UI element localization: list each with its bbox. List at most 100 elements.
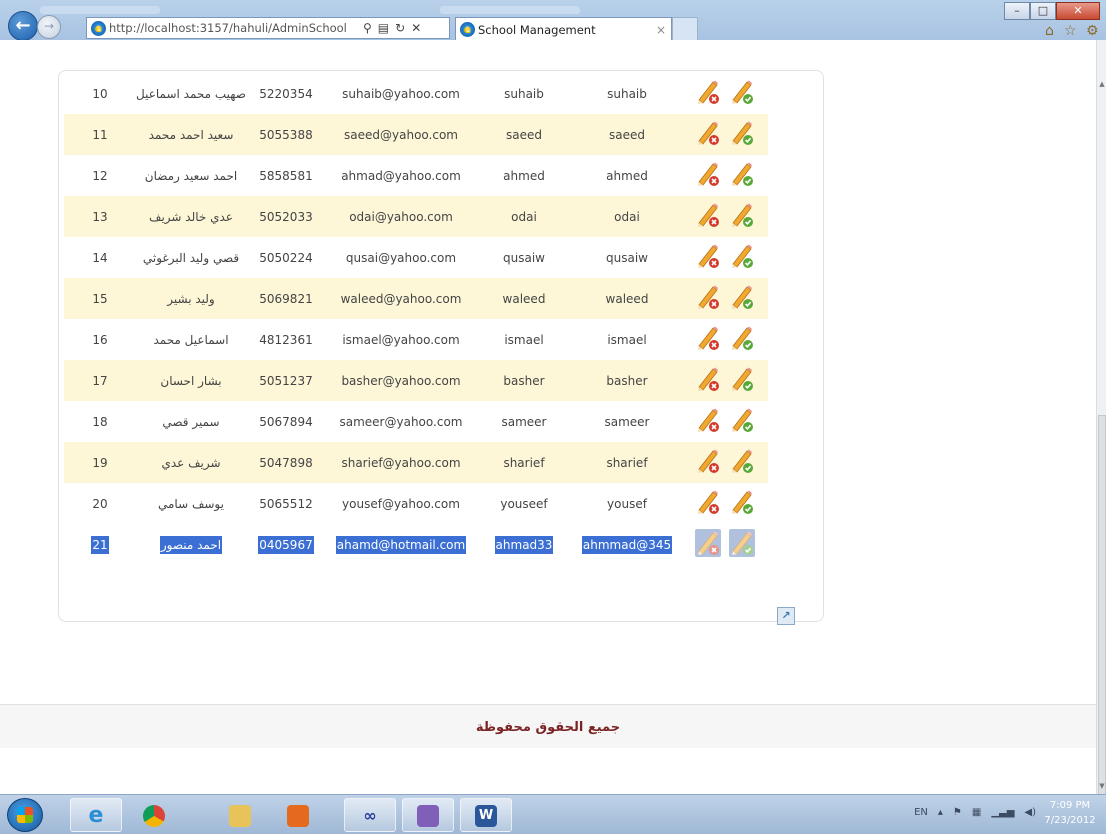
cell-email: ismael@yahoo.com	[326, 319, 476, 360]
row-actions	[695, 406, 755, 434]
compat-icon[interactable]: ▤	[378, 21, 389, 35]
table-row[interactable]: 20 يوسف سامي 5065512 yousef@yahoo.com yousee…	[64, 483, 768, 524]
pencil-check-icon[interactable]	[729, 365, 755, 393]
pencil-delete-icon[interactable]	[695, 365, 721, 393]
cell-username: qusaiw	[476, 237, 572, 278]
back-button[interactable]: ←	[8, 11, 38, 41]
cell-name-text: احمد منصور	[159, 535, 223, 554]
pencil-check-icon[interactable]	[729, 283, 755, 311]
expand-icon[interactable]: ↗	[777, 607, 795, 625]
taskbar-vs[interactable]	[402, 798, 454, 832]
table-row[interactable]: 12 احمد سعيد رمضان 5858581 ahmad@yahoo.com a…	[64, 155, 768, 196]
cell-actions	[682, 401, 768, 442]
cell-id-text: 17	[92, 373, 108, 388]
pencil-check-icon[interactable]	[729, 242, 755, 270]
start-button[interactable]	[7, 798, 43, 832]
stop-icon[interactable]: ✕	[411, 21, 421, 35]
table-row[interactable]: 18 سمير قصي 5067894 sameer@yahoo.com sameer s…	[64, 401, 768, 442]
taskbar-media[interactable]	[272, 798, 324, 832]
cell-phone-text: 5047898	[259, 455, 313, 470]
cell-username-text: basher	[503, 373, 545, 388]
pencil-check-icon[interactable]	[729, 78, 755, 106]
pencil-check-icon[interactable]	[729, 324, 755, 352]
pencil-check-icon[interactable]	[729, 201, 755, 229]
address-bar[interactable]: e http://localhost:3157/hahuli/AdminScho…	[86, 17, 450, 39]
pencil-check-icon[interactable]	[729, 406, 755, 434]
tab-title: School Management	[478, 22, 596, 37]
volume-icon[interactable]: ◀)	[1024, 807, 1036, 818]
pencil-check-icon[interactable]	[729, 119, 755, 147]
taskbar-word[interactable]: W	[460, 798, 512, 832]
scroll-up-icon[interactable]: ▲	[1097, 80, 1106, 88]
clock[interactable]: 7:09 PM 7/23/2012	[1040, 798, 1100, 828]
cell-name: قصي وليد البرغوثي	[136, 237, 246, 278]
cell-name-text: سعيد احمد محمد	[148, 127, 234, 142]
taskbar-ie[interactable]: e	[70, 798, 122, 832]
table-row[interactable]: 11 سعيد احمد محمد 5055388 saeed@yahoo.com sa…	[64, 114, 768, 155]
row-actions	[695, 119, 755, 147]
cell-email-text: saeed@yahoo.com	[344, 127, 458, 142]
cell-id: 15	[64, 278, 136, 319]
cell-id-text: 13	[92, 209, 108, 224]
pencil-check-icon[interactable]	[729, 447, 755, 475]
cell-username: waleed	[476, 278, 572, 319]
pencil-check-icon[interactable]	[729, 160, 755, 188]
pencil-delete-icon[interactable]	[695, 447, 721, 475]
network-icon[interactable]: ▦	[972, 807, 981, 818]
cell-username-text: qusaiw	[503, 250, 545, 265]
tab-close-icon[interactable]: ×	[651, 23, 671, 37]
vertical-scrollbar[interactable]: ▲ ▼	[1096, 40, 1106, 825]
home-icon[interactable]: ⌂	[1045, 23, 1054, 39]
pencil-delete-icon[interactable]	[695, 201, 721, 229]
table-row[interactable]: 13 عدي خالد شريف 5052033 odai@yahoo.com odai…	[64, 196, 768, 237]
refresh-icon[interactable]: ↻	[395, 21, 405, 35]
cell-email: waleed@yahoo.com	[326, 278, 476, 319]
row-actions	[695, 324, 755, 352]
address-text[interactable]: http://localhost:3157/hahuli/AdminSchool	[109, 21, 359, 35]
cell-id: 21	[64, 524, 136, 565]
pencil-delete-icon[interactable]	[695, 242, 721, 270]
pencil-delete-icon[interactable]	[695, 529, 721, 557]
tray-expand-icon[interactable]: ▴	[938, 807, 943, 818]
taskbar-app[interactable]: ∞	[344, 798, 396, 832]
flag-icon[interactable]: ⚑	[953, 807, 962, 818]
scroll-thumb[interactable]	[1098, 415, 1106, 825]
table-row[interactable]: 19 شريف عدي 5047898 sharief@yahoo.com sharie…	[64, 442, 768, 483]
scroll-down-icon[interactable]: ▼	[1097, 782, 1106, 790]
taskbar-chrome[interactable]	[128, 798, 180, 832]
favorites-icon[interactable]: ☆	[1064, 23, 1077, 39]
lang-indicator[interactable]: EN	[914, 807, 928, 818]
pencil-delete-icon[interactable]	[695, 160, 721, 188]
table-row[interactable]: 15 وليد بشير 5069821 waleed@yahoo.com waleed…	[64, 278, 768, 319]
pencil-check-icon[interactable]	[729, 529, 755, 557]
table-row[interactable]: 17 بشار احسان 5051237 basher@yahoo.com bashe…	[64, 360, 768, 401]
cell-username: youseef	[476, 483, 572, 524]
table-row[interactable]: 14 قصي وليد البرغوثي 5050224 qusai@yahoo.co…	[64, 237, 768, 278]
cell-email: ahamd@hotmail.com	[326, 524, 476, 565]
pencil-delete-icon[interactable]	[695, 324, 721, 352]
cell-actions	[682, 524, 768, 565]
cell-name: يوسف سامي	[136, 483, 246, 524]
cell-password: basher	[572, 360, 682, 401]
pencil-delete-icon[interactable]	[695, 406, 721, 434]
tab-school-management[interactable]: e School Management ×	[455, 17, 672, 41]
cell-phone: 5055388	[246, 114, 326, 155]
new-tab-button[interactable]	[672, 17, 698, 41]
table-row[interactable]: 10 صهيب محمد اسماعيل 5220354 suhaib@yahoo.c…	[64, 73, 768, 114]
table-row[interactable]: 16 اسماعيل محمد 4812361 ismael@yahoo.com ism…	[64, 319, 768, 360]
cell-password-text: waleed	[605, 291, 649, 306]
signal-icon[interactable]: ▁▃▅	[991, 807, 1014, 818]
cell-name: سمير قصي	[136, 401, 246, 442]
gear-icon[interactable]: ⚙	[1086, 23, 1099, 39]
page-footer: جميع الحقوق محفوظة	[0, 704, 1096, 748]
pencil-delete-icon[interactable]	[695, 488, 721, 516]
cell-phone-text: 0405967	[258, 535, 314, 554]
forward-button[interactable]: →	[37, 15, 61, 39]
pencil-check-icon[interactable]	[729, 488, 755, 516]
pencil-delete-icon[interactable]	[695, 283, 721, 311]
search-icon[interactable]: ⚲	[363, 21, 372, 35]
pencil-delete-icon[interactable]	[695, 78, 721, 106]
table-row[interactable]: 21 احمد منصور 0405967 ahamd@hotmail.com ahma…	[64, 524, 768, 565]
taskbar-explorer[interactable]	[214, 798, 266, 832]
pencil-delete-icon[interactable]	[695, 119, 721, 147]
